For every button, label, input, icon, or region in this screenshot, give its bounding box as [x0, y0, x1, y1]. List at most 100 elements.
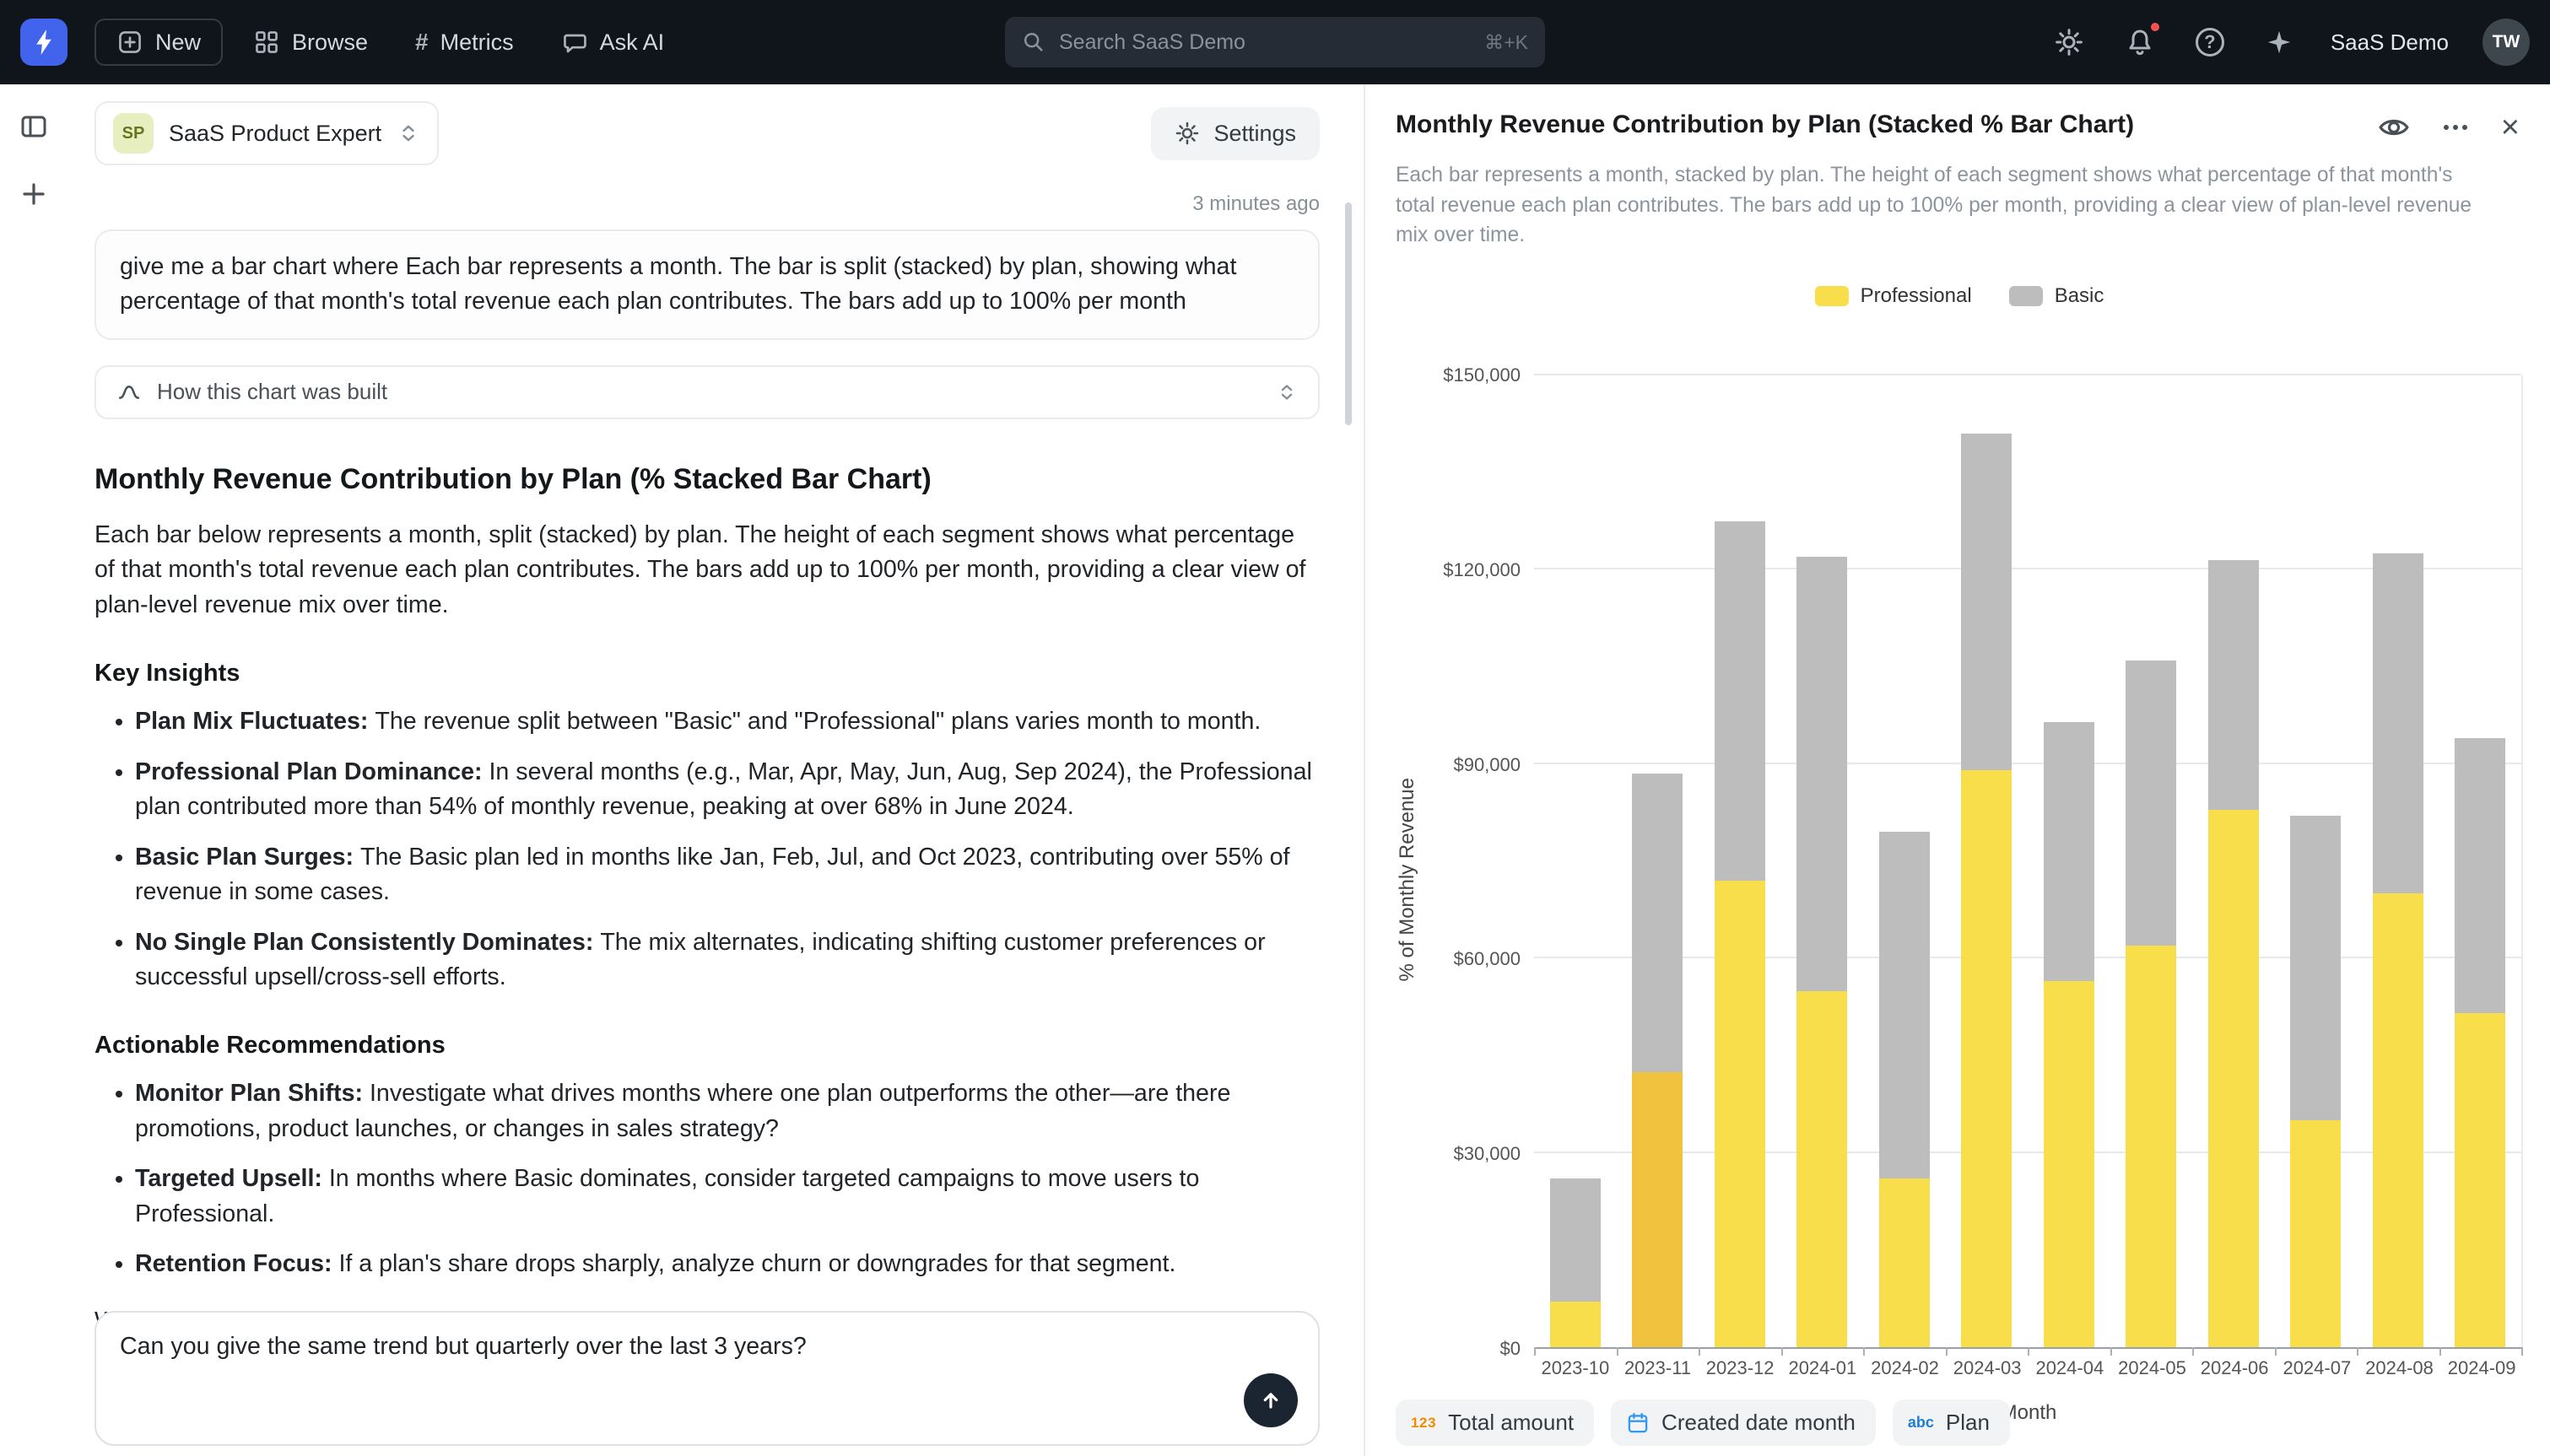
- browse-button-label: Browse: [292, 30, 368, 56]
- selector-chevrons-icon: [397, 120, 420, 147]
- search-shortcut: ⌘+K: [1484, 31, 1528, 54]
- response-title: Monthly Revenue Contribution by Plan (% …: [95, 463, 1320, 496]
- notifications-button[interactable]: [2121, 24, 2158, 61]
- y-tick-label: $0: [1500, 1338, 1521, 1360]
- bar-2024-07[interactable]: [2290, 375, 2341, 1347]
- agent-settings-button[interactable]: Settings: [1151, 107, 1320, 160]
- chat-input[interactable]: Can you give the same trend but quarterl…: [96, 1313, 1318, 1394]
- segment-professional: [2126, 946, 2176, 1347]
- x-tickmark: [2357, 1347, 2358, 1356]
- segment-basic: [2455, 738, 2505, 1013]
- y-axis-labels: $0$30,000$60,000$90,000$120,000$150,000: [1423, 375, 1534, 1349]
- legend-label-professional: Professional: [1861, 284, 1972, 308]
- x-tick-label: 2023-12: [1706, 1357, 1775, 1379]
- sidebar-toggle-button[interactable]: [15, 108, 52, 145]
- field-pill-total-amount[interactable]: 123 Total amount: [1396, 1399, 1594, 1446]
- curve-icon: [116, 380, 142, 405]
- bar-2024-03[interactable]: [1961, 375, 2012, 1347]
- segment-basic: [1796, 557, 1847, 991]
- browse-button[interactable]: Browse: [236, 19, 385, 66]
- x-tick-label: 2023-11: [1624, 1357, 1691, 1379]
- chat-header: SP SaaS Product Expert Settings: [95, 101, 1320, 165]
- x-tickmark: [1617, 1347, 1618, 1356]
- segment-professional: [2044, 981, 2094, 1347]
- lightning-icon: [29, 27, 59, 57]
- metrics-button[interactable]: # Metrics: [398, 19, 531, 66]
- ask-ai-button-label: Ask AI: [600, 30, 665, 56]
- bar-2024-01[interactable]: [1796, 375, 1847, 1347]
- new-thread-button[interactable]: [15, 175, 52, 213]
- bullet-item: Basic Plan Surges: The Basic plan led in…: [135, 840, 1320, 910]
- section-heading-key-insights: Key Insights: [95, 660, 1320, 688]
- view-toggle-button[interactable]: [2374, 108, 2413, 147]
- top-navbar: New Browse # Metrics Ask AI Search SaaS …: [0, 0, 2550, 84]
- x-tick-label: 2024-05: [2118, 1357, 2186, 1379]
- app-logo[interactable]: [20, 19, 68, 66]
- x-tick-label: 2024-08: [2365, 1357, 2434, 1379]
- metrics-button-label: Metrics: [440, 30, 514, 56]
- chat-scrollbar[interactable]: [1345, 202, 1352, 425]
- bar-2023-10[interactable]: [1550, 375, 1601, 1347]
- y-tick-label: $150,000: [1443, 364, 1521, 386]
- close-panel-button[interactable]: ×: [2498, 108, 2523, 147]
- legend-swatch-professional: [1815, 286, 1849, 306]
- user-avatar[interactable]: TW: [2482, 19, 2530, 66]
- arrow-up-icon: [1257, 1387, 1284, 1414]
- bar-2024-04[interactable]: [2044, 375, 2094, 1347]
- y-axis-title: % of Monthly Revenue: [1396, 778, 1423, 981]
- message-timestamp: 3 minutes ago: [95, 192, 1320, 216]
- agent-selector[interactable]: SP SaaS Product Expert: [95, 101, 439, 165]
- how-built-label: How this chart was built: [157, 379, 387, 405]
- plus-square-icon: [116, 29, 143, 56]
- bullet-item: Professional Plan Dominance: In several …: [135, 755, 1320, 825]
- agent-name: SaaS Product Expert: [169, 121, 381, 147]
- segment-professional: [2208, 810, 2259, 1347]
- y-tick-label: $120,000: [1443, 559, 1521, 581]
- field-pill-plan[interactable]: abc Plan: [1893, 1399, 2010, 1446]
- help-button[interactable]: ?: [2192, 24, 2228, 60]
- bar-2024-06[interactable]: [2208, 375, 2259, 1347]
- bar-2024-05[interactable]: [2126, 375, 2176, 1347]
- ai-sparkles-button[interactable]: [2261, 24, 2297, 60]
- legend-item-professional[interactable]: Professional: [1815, 284, 1972, 308]
- left-rail: [0, 84, 68, 1456]
- x-tickmark: [1699, 1347, 1700, 1356]
- y-tick-label: $90,000: [1453, 754, 1521, 776]
- send-button[interactable]: [1244, 1373, 1298, 1427]
- x-tick-label: 2024-02: [1871, 1357, 1939, 1379]
- settings-nav-button[interactable]: [2050, 24, 2088, 61]
- legend-item-basic[interactable]: Basic: [2009, 284, 2104, 308]
- segment-basic: [1550, 1178, 1601, 1302]
- project-switcher[interactable]: SaaS Demo: [2331, 30, 2449, 56]
- legend-swatch-basic: [2009, 286, 2043, 306]
- bar-2023-11[interactable]: [1632, 375, 1683, 1347]
- ask-ai-button[interactable]: Ask AI: [544, 19, 682, 66]
- bar-2024-09[interactable]: [2455, 375, 2505, 1347]
- agent-avatar: SP: [113, 113, 154, 154]
- calendar-icon: [1626, 1411, 1650, 1435]
- gear-icon: [2054, 27, 2084, 57]
- how-chart-built-toggle[interactable]: How this chart was built: [95, 365, 1320, 419]
- bullet-item: Plan Mix Fluctuates: The revenue split b…: [135, 704, 1320, 739]
- new-button-label: New: [155, 30, 201, 56]
- gear-icon: [1175, 121, 1200, 146]
- chat-bubble-icon: [561, 29, 588, 56]
- bar-2023-12[interactable]: [1715, 375, 1765, 1347]
- chart-legend: Professional Basic: [1396, 284, 2523, 308]
- new-button[interactable]: New: [95, 19, 223, 66]
- legend-label-basic: Basic: [2055, 284, 2104, 308]
- plot-area: [1534, 375, 2523, 1349]
- x-tickmark: [2439, 1347, 2441, 1356]
- more-menu-button[interactable]: [2440, 121, 2471, 133]
- plus-icon: [19, 179, 49, 209]
- bar-2024-02[interactable]: [1879, 375, 1930, 1347]
- field-pill-created-date-month[interactable]: Created date month: [1611, 1399, 1876, 1446]
- chat-input-box: Can you give the same trend but quarterl…: [95, 1311, 1320, 1446]
- x-tick-label: 2024-03: [1953, 1357, 2022, 1379]
- bar-2024-08[interactable]: [2373, 375, 2423, 1347]
- segment-professional: [1632, 1072, 1683, 1347]
- dimension-abc-icon: abc: [1908, 1414, 1934, 1432]
- global-search[interactable]: Search SaaS Demo ⌘+K: [1005, 17, 1545, 67]
- segment-professional: [2290, 1120, 2341, 1347]
- segment-basic: [2126, 661, 2176, 946]
